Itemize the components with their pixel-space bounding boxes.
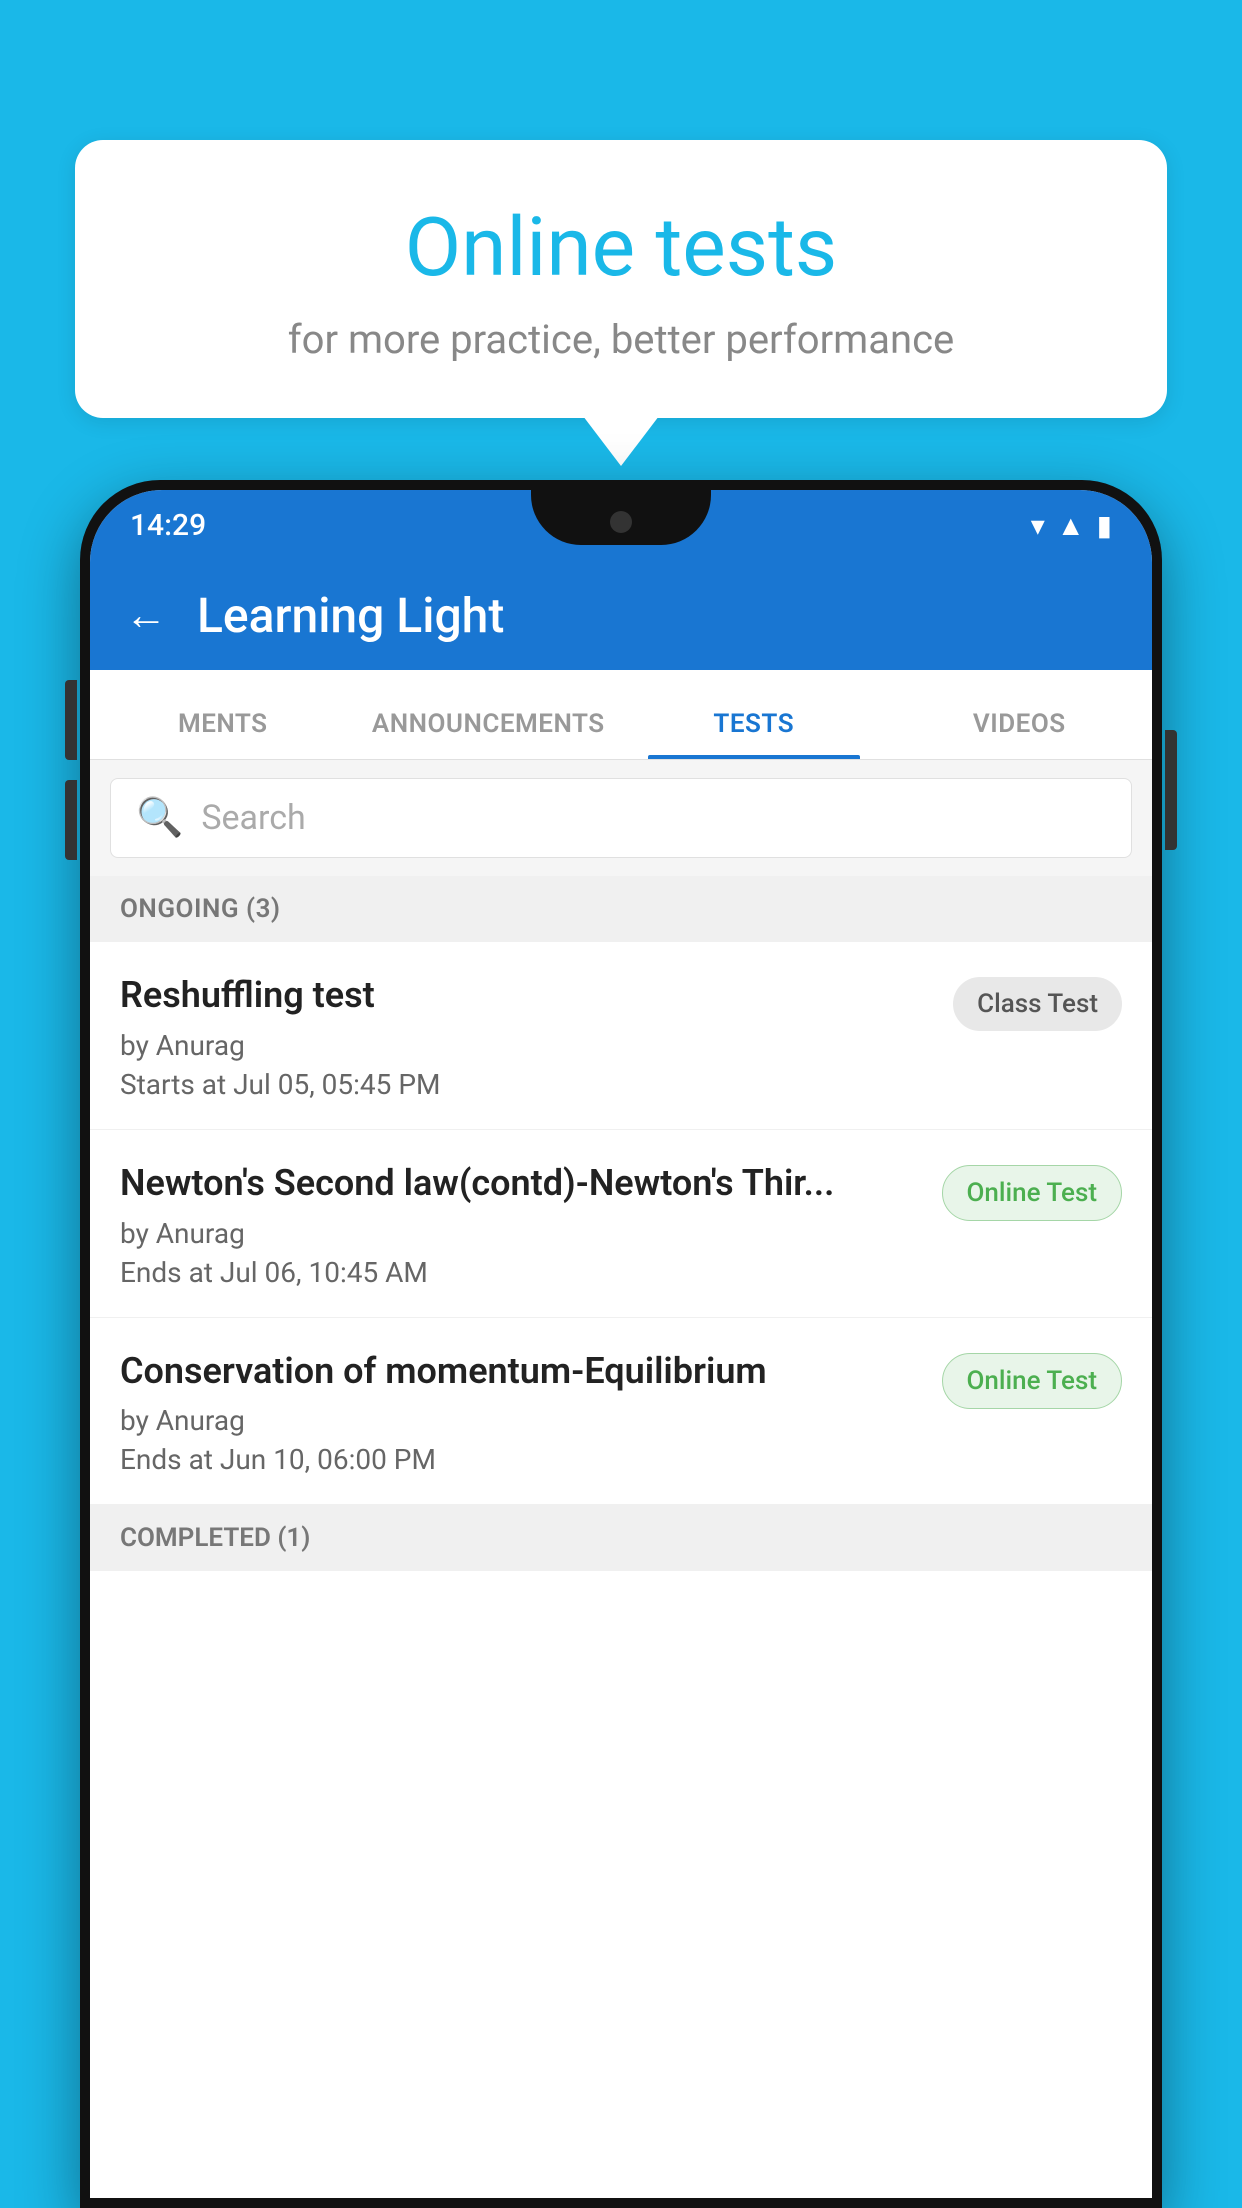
app-bar: ← Learning Light — [90, 560, 1152, 670]
completed-section-header: COMPLETED (1) — [90, 1505, 1152, 1571]
test-name: Conservation of momentum-Equilibrium — [120, 1348, 922, 1395]
test-item[interactable]: Conservation of momentum-Equilibrium by … — [90, 1318, 1152, 1506]
signal-icon: ▲ — [1057, 509, 1085, 542]
tab-videos[interactable]: VIDEOS — [887, 709, 1153, 759]
search-icon: 🔍 — [136, 796, 183, 840]
ongoing-section-header: ONGOING (3) — [90, 876, 1152, 942]
status-bar: 14:29 ▾ ▲ ▮ — [90, 490, 1152, 560]
test-item[interactable]: Newton's Second law(contd)-Newton's Thir… — [90, 1130, 1152, 1318]
test-name: Newton's Second law(contd)-Newton's Thir… — [120, 1160, 922, 1207]
test-list: Reshuffling test by Anurag Starts at Jul… — [90, 942, 1152, 1505]
status-time: 14:29 — [130, 508, 206, 543]
test-info: Newton's Second law(contd)-Newton's Thir… — [120, 1160, 922, 1289]
phone-power-button — [1165, 730, 1177, 850]
test-time: Starts at Jul 05, 05:45 PM — [120, 1068, 933, 1101]
test-by: by Anurag — [120, 1404, 922, 1437]
camera-dot — [610, 511, 632, 533]
wifi-icon: ▾ — [1031, 509, 1045, 542]
phone-notch — [531, 490, 711, 545]
test-item[interactable]: Reshuffling test by Anurag Starts at Jul… — [90, 942, 1152, 1130]
test-badge-online: Online Test — [942, 1165, 1123, 1221]
test-time: Ends at Jun 10, 06:00 PM — [120, 1443, 922, 1476]
test-info: Conservation of momentum-Equilibrium by … — [120, 1348, 922, 1477]
tab-assignments[interactable]: MENTS — [90, 709, 356, 759]
test-badge-online-2: Online Test — [942, 1353, 1123, 1409]
search-placeholder: Search — [201, 798, 305, 838]
bubble-subtitle: for more practice, better performance — [125, 316, 1117, 363]
tab-tests[interactable]: TESTS — [621, 709, 887, 759]
tab-bar: MENTS ANNOUNCEMENTS TESTS VIDEOS — [90, 670, 1152, 760]
test-by: by Anurag — [120, 1029, 933, 1062]
phone-screen: 14:29 ▾ ▲ ▮ ← Learning Light MENTS ANNOU… — [90, 490, 1152, 2198]
battery-icon: ▮ — [1097, 509, 1112, 542]
tab-announcements[interactable]: ANNOUNCEMENTS — [356, 709, 622, 759]
test-info: Reshuffling test by Anurag Starts at Jul… — [120, 972, 933, 1101]
phone-volume-up-button — [65, 680, 77, 760]
app-bar-title: Learning Light — [197, 587, 504, 644]
test-name: Reshuffling test — [120, 972, 933, 1019]
search-bar[interactable]: 🔍 Search — [110, 778, 1132, 858]
phone-volume-down-button — [65, 780, 77, 860]
status-icons: ▾ ▲ ▮ — [1031, 509, 1112, 542]
test-badge-class: Class Test — [953, 977, 1122, 1031]
test-by: by Anurag — [120, 1217, 922, 1250]
test-time: Ends at Jul 06, 10:45 AM — [120, 1256, 922, 1289]
promo-bubble: Online tests for more practice, better p… — [75, 140, 1167, 418]
back-button[interactable]: ← — [125, 591, 167, 640]
bubble-title: Online tests — [125, 200, 1117, 296]
search-container: 🔍 Search — [90, 760, 1152, 876]
phone-frame: 14:29 ▾ ▲ ▮ ← Learning Light MENTS ANNOU… — [80, 480, 1162, 2208]
